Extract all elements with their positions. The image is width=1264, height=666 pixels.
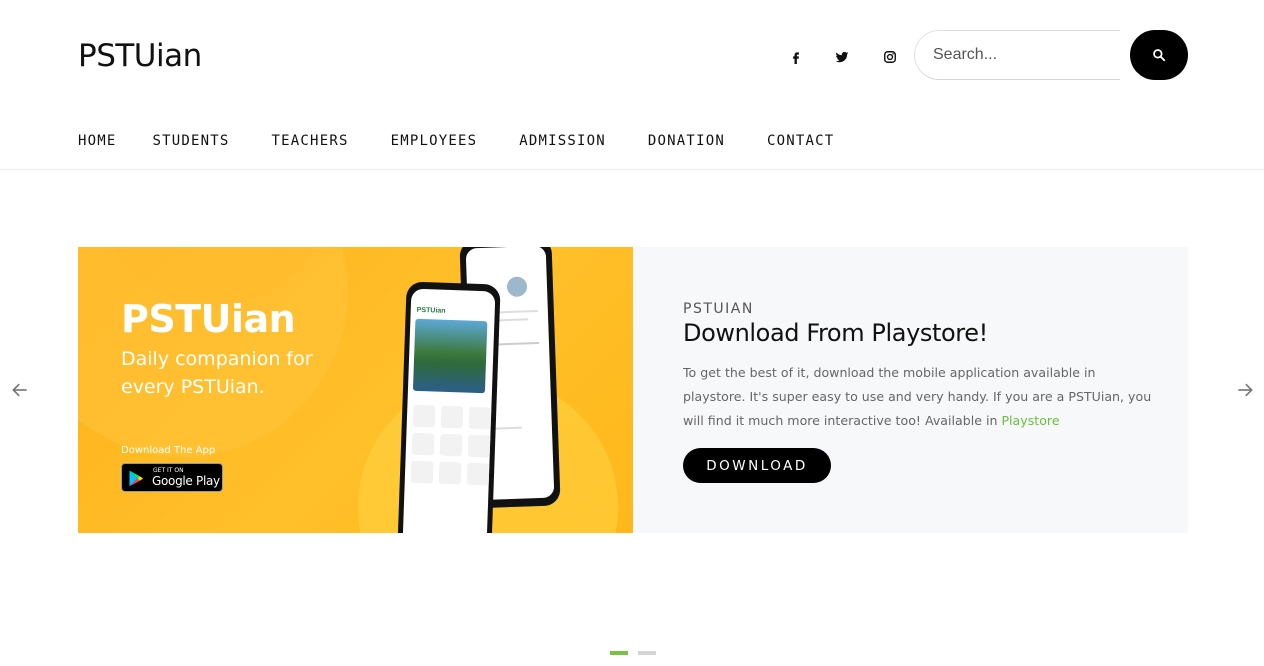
google-play-icon xyxy=(129,470,144,487)
nav-teachers[interactable]: TEACHERS xyxy=(272,133,349,149)
slide-eyebrow: PSTUIAN xyxy=(683,301,754,317)
main-nav: HOME STUDENTS TEACHERS EMPLOYEES ADMISSI… xyxy=(78,133,870,149)
download-button[interactable]: DOWNLOAD xyxy=(683,448,831,483)
nav-employees[interactable]: EMPLOYEES xyxy=(391,133,478,149)
faculty-tile xyxy=(466,462,490,486)
search-icon xyxy=(1153,49,1166,62)
nav-admission[interactable]: ADMISSION xyxy=(519,133,606,149)
badge-small-text: GET IT ON xyxy=(153,467,184,474)
phone-mockup-front: PSTUian xyxy=(397,281,501,533)
playstore-link[interactable]: Playstore xyxy=(1001,413,1059,428)
twitter-icon[interactable] xyxy=(831,46,853,68)
facebook-icon[interactable] xyxy=(785,46,807,68)
carousel-prev-button[interactable] xyxy=(10,380,30,400)
slide-body-text: To get the best of it, download the mobi… xyxy=(683,365,1152,428)
faculty-tile xyxy=(410,460,434,484)
campus-photo xyxy=(412,318,488,394)
faculty-tile xyxy=(468,406,492,430)
instagram-icon[interactable] xyxy=(879,46,901,68)
faculty-tile xyxy=(412,404,436,428)
banner-title: PSTUian xyxy=(121,297,296,341)
phone-app-name: PSTUian xyxy=(416,306,446,315)
app-promo-banner: PSTUian Daily companion for every PSTUia… xyxy=(78,247,633,533)
carousel-indicators xyxy=(610,651,656,655)
faculty-grid xyxy=(410,404,492,486)
profile-avatar xyxy=(506,276,528,298)
nav-donation[interactable]: DONATION xyxy=(648,133,725,149)
site-logo[interactable]: PSTUian xyxy=(78,38,202,74)
banner-tagline: Daily companion for every PSTUian. xyxy=(121,348,313,398)
slide-description: To get the best of it, download the mobi… xyxy=(683,361,1153,433)
nav-home[interactable]: HOME xyxy=(78,133,117,149)
phone-screen: PSTUian xyxy=(402,288,496,533)
banner-download-label: Download The App xyxy=(121,445,216,456)
arrow-left-icon xyxy=(12,383,27,397)
search-input[interactable] xyxy=(915,31,1121,79)
faculty-tile xyxy=(438,461,462,485)
faculty-tile xyxy=(467,434,491,458)
site-header: PSTUian HOME STUDENTS TEACHERS EMPLOYEES… xyxy=(0,0,1264,170)
carousel-dot-2[interactable] xyxy=(638,651,656,655)
search-box xyxy=(914,30,1121,80)
carousel-slide: PSTUian Daily companion for every PSTUia… xyxy=(78,247,1188,533)
nav-students[interactable]: STUDENTS xyxy=(153,133,230,149)
nav-contact[interactable]: CONTACT xyxy=(767,133,834,149)
faculty-tile xyxy=(411,432,435,456)
faculty-tile xyxy=(439,433,463,457)
slide-title: Download From Playstore! xyxy=(683,319,988,347)
google-play-badge[interactable]: GET IT ON Google Play xyxy=(121,463,223,492)
search-button[interactable] xyxy=(1130,30,1188,80)
badge-big-text: Google Play xyxy=(152,474,220,488)
arrow-right-icon xyxy=(1238,383,1253,397)
carousel-next-button[interactable] xyxy=(1235,380,1255,400)
carousel-dot-1[interactable] xyxy=(610,651,628,655)
faculty-tile xyxy=(440,405,464,429)
